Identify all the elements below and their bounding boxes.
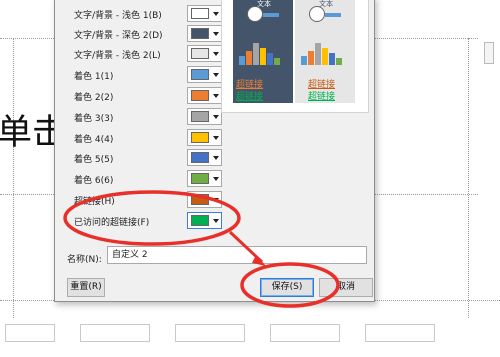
- color-swatch: [191, 132, 209, 143]
- preview-rect-icon: [325, 13, 341, 17]
- color-row-label: 着色 5(5): [74, 154, 114, 165]
- preview-followed-link: 超链接: [236, 92, 264, 102]
- guide-line: [375, 38, 478, 39]
- color-swatch: [191, 173, 209, 184]
- preview-followed-link: 超链接: [308, 92, 336, 102]
- save-button[interactable]: 保存(S): [260, 278, 314, 297]
- chevron-down-icon: [213, 31, 219, 36]
- placeholder-box: [80, 324, 150, 342]
- color-picker-button[interactable]: [187, 25, 222, 42]
- preview-bars: [301, 43, 351, 65]
- color-picker-button[interactable]: [187, 170, 222, 187]
- color-swatch: [191, 69, 209, 80]
- chevron-down-icon: [213, 72, 219, 77]
- color-picker-button[interactable]: [187, 108, 222, 125]
- color-swatch: [191, 152, 209, 163]
- color-row-label: 着色 2(2): [74, 92, 114, 103]
- guide-line: [0, 194, 60, 195]
- chevron-down-icon: [213, 218, 219, 223]
- color-row-label: 着色 3(3): [74, 113, 114, 124]
- color-picker-button[interactable]: [187, 129, 222, 146]
- chevron-down-icon: [213, 11, 219, 16]
- color-picker-button[interactable]: [187, 87, 222, 104]
- preview-light-panel: 文本 超链接 超链接: [295, 0, 355, 103]
- color-row: 文字/背景 - 浅色 1(B): [74, 4, 224, 24]
- color-row: 文字/背景 - 浅色 2(L): [74, 44, 224, 64]
- preview-shape-icon: [247, 6, 263, 22]
- color-row-label: 着色 6(6): [74, 175, 114, 186]
- color-row-label: 着色 4(4): [74, 134, 114, 145]
- placeholder-box: [365, 324, 435, 342]
- chevron-down-icon: [213, 51, 219, 56]
- color-row-label: 文字/背景 - 深色 2(D): [74, 30, 163, 41]
- color-swatch: [191, 111, 209, 122]
- preview-bars: [239, 43, 289, 65]
- placeholder-box: [5, 324, 55, 342]
- placeholder-box: [175, 324, 245, 342]
- chevron-down-icon: [213, 135, 219, 140]
- color-swatch: [191, 90, 209, 101]
- color-row: 超链接(H): [74, 190, 224, 210]
- color-row: 文字/背景 - 深色 2(D): [74, 24, 224, 44]
- color-row: 着色 4(4): [74, 128, 224, 148]
- preview-dark-panel: 文本 超链接 超链接: [233, 0, 293, 103]
- color-row-label: 超链接(H): [74, 196, 115, 207]
- name-label: 名称(N):: [67, 255, 102, 265]
- color-row-label: 文字/背景 - 浅色 1(B): [74, 10, 162, 21]
- color-row: 着色 2(2): [74, 86, 224, 106]
- placeholder-box: [270, 324, 340, 342]
- color-row-label: 文字/背景 - 浅色 2(L): [74, 50, 161, 61]
- color-swatch: [191, 48, 209, 59]
- chevron-down-icon: [213, 176, 219, 181]
- color-row: 着色 1(1): [74, 65, 224, 85]
- color-picker-button[interactable]: [187, 66, 222, 83]
- reset-button[interactable]: 重置(R): [67, 278, 105, 297]
- color-swatch: [191, 28, 209, 39]
- cancel-button[interactable]: 取消: [319, 278, 373, 297]
- preview-shape-icon: [309, 6, 325, 22]
- theme-preview: 文本 超链接 超链接 文本 超链接 超链接: [221, 0, 369, 113]
- color-row: 着色 3(3): [74, 107, 224, 127]
- color-picker-button[interactable]: [187, 5, 222, 22]
- chevron-down-icon: [213, 197, 219, 202]
- chevron-down-icon: [213, 114, 219, 119]
- guide-line: [375, 194, 478, 195]
- color-row-label: 已访问的超链接(F): [74, 217, 150, 228]
- thumbnail-strip: [0, 318, 500, 357]
- color-row: 已访问的超链接(F): [74, 211, 224, 231]
- guide-line: [13, 38, 14, 318]
- theme-colors-dialog: 文字/背景 - 浅色 1(B) 文字/背景 - 深色 2(D) 文字/背景 - 浅色…: [54, 0, 375, 302]
- color-picker-button[interactable]: [187, 149, 222, 166]
- color-row-label: 着色 1(1): [74, 71, 114, 82]
- scroll-thumb[interactable]: [484, 42, 494, 64]
- color-picker-button[interactable]: [187, 212, 222, 229]
- color-row: 着色 6(6): [74, 169, 224, 189]
- color-swatch: [191, 8, 209, 19]
- guide-line: [468, 38, 469, 318]
- name-input[interactable]: 自定义 2: [107, 246, 367, 264]
- preview-rect-icon: [263, 13, 279, 17]
- chevron-down-icon: [213, 155, 219, 160]
- color-swatch: [191, 215, 209, 226]
- guide-line: [0, 38, 60, 39]
- color-picker-button[interactable]: [187, 191, 222, 208]
- chevron-down-icon: [213, 93, 219, 98]
- color-row: 着色 5(5): [74, 148, 224, 168]
- vertical-scrollbar[interactable]: [478, 30, 500, 310]
- color-picker-button[interactable]: [187, 45, 222, 62]
- color-swatch: [191, 194, 209, 205]
